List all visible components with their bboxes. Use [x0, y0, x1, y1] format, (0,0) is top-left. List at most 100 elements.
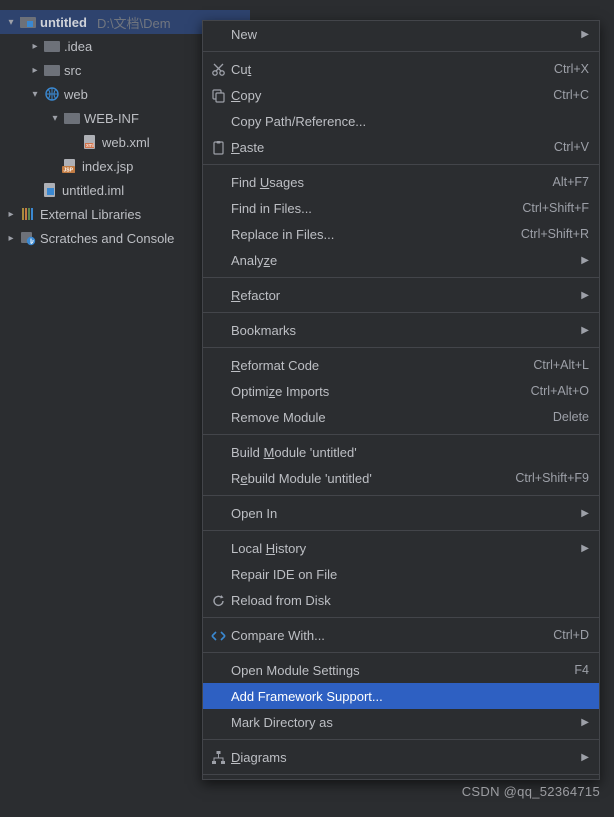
jsp-file-icon: JSP — [62, 158, 78, 174]
menu-item-shortcut: Alt+F7 — [553, 175, 589, 189]
menu-item-label: Remove Module — [231, 410, 549, 425]
menu-item-open-in[interactable]: Open In▶ — [203, 500, 599, 526]
blank-icon — [209, 252, 227, 268]
menu-item-new[interactable]: New▶ — [203, 21, 599, 47]
blank-icon — [209, 540, 227, 556]
menu-separator — [203, 774, 599, 775]
menu-item-shortcut: F4 — [574, 663, 589, 677]
submenu-arrow-icon: ▶ — [581, 543, 589, 554]
menu-item-diagrams[interactable]: Diagrams▶ — [203, 744, 599, 770]
blank-icon — [209, 200, 227, 216]
menu-item-analyze[interactable]: Analyze ▶ — [203, 247, 599, 273]
folder-label: .idea — [64, 39, 92, 54]
diagram-icon — [209, 749, 227, 765]
submenu-arrow-icon: ▶ — [581, 290, 589, 301]
blank-icon — [209, 357, 227, 373]
project-name: untitled — [40, 15, 87, 30]
blank-icon — [209, 113, 227, 129]
menu-item-label: Compare With... — [231, 628, 549, 643]
paste-icon — [209, 139, 227, 155]
svg-text:JSP: JSP — [64, 168, 74, 174]
menu-separator — [203, 617, 599, 618]
menu-separator — [203, 347, 599, 348]
menu-item-rebuild-module-untitled[interactable]: Rebuild Module 'untitled' Ctrl+Shift+F9 — [203, 465, 599, 491]
menu-item-find-usages[interactable]: Find UsagesAlt+F7 — [203, 169, 599, 195]
menu-item-label: Rebuild Module 'untitled' — [231, 471, 511, 486]
menu-item-label: Optimize Imports — [231, 384, 527, 399]
scratches-icon — [20, 230, 36, 246]
submenu-arrow-icon: ▶ — [581, 255, 589, 266]
blank-icon — [209, 174, 227, 190]
menu-item-shortcut: Ctrl+V — [554, 140, 589, 154]
folder-label: web — [64, 87, 88, 102]
menu-item-build-module-untitled[interactable]: Build Module 'untitled' — [203, 439, 599, 465]
module-folder-icon — [20, 14, 36, 30]
xml-file-icon: xml — [82, 134, 98, 150]
menu-item-shortcut: Delete — [553, 410, 589, 424]
item-label: Scratches and Console — [40, 231, 174, 246]
menu-item-label: Reload from Disk — [231, 593, 589, 608]
menu-separator — [203, 652, 599, 653]
menu-item-repair-ide-on-file[interactable]: Repair IDE on File — [203, 561, 599, 587]
folder-label: src — [64, 63, 81, 78]
blank-icon — [209, 287, 227, 303]
menu-item-shortcut: Ctrl+Shift+F — [522, 201, 589, 215]
menu-item-label: Open In — [231, 506, 573, 521]
menu-item-refactor[interactable]: Refactor ▶ — [203, 282, 599, 308]
menu-item-copy[interactable]: CopyCtrl+C — [203, 82, 599, 108]
menu-item-label: Mark Directory as — [231, 715, 573, 730]
menu-item-reformat-code[interactable]: Reformat CodeCtrl+Alt+L — [203, 352, 599, 378]
menu-separator — [203, 164, 599, 165]
blank-icon — [209, 470, 227, 486]
menu-item-reload-from-disk[interactable]: Reload from Disk — [203, 587, 599, 613]
blank-icon — [209, 688, 227, 704]
blank-icon — [209, 409, 227, 425]
menu-item-paste[interactable]: Paste Ctrl+V — [203, 134, 599, 160]
blank-icon — [209, 566, 227, 582]
menu-item-open-module-settings[interactable]: Open Module SettingsF4 — [203, 657, 599, 683]
blank-icon — [209, 383, 227, 399]
menu-item-label: Analyze — [231, 253, 573, 268]
menu-separator — [203, 51, 599, 52]
menu-item-shortcut: Ctrl+Shift+F9 — [515, 471, 589, 485]
watermark-text: CSDN @qq_52364715 — [462, 784, 600, 799]
menu-item-compare-with[interactable]: Compare With... Ctrl+D — [203, 622, 599, 648]
menu-separator — [203, 530, 599, 531]
iml-file-icon — [42, 182, 58, 198]
submenu-arrow-icon: ▶ — [581, 29, 589, 40]
folder-icon — [44, 62, 60, 78]
menu-item-local-history[interactable]: Local History▶ — [203, 535, 599, 561]
menu-item-mark-directory-as[interactable]: Mark Directory as▶ — [203, 709, 599, 735]
menu-item-shortcut: Ctrl+Shift+R — [521, 227, 589, 241]
file-label: untitled.iml — [62, 183, 124, 198]
menu-item-label: Copy Path/Reference... — [231, 114, 589, 129]
menu-item-bookmarks[interactable]: Bookmarks▶ — [203, 317, 599, 343]
svg-text:xml: xml — [86, 143, 94, 149]
chevron-right-icon: ▸ — [6, 233, 16, 244]
menu-item-label: Refactor — [231, 288, 573, 303]
menu-item-label: Replace in Files... — [231, 227, 517, 242]
menu-item-remove-module[interactable]: Remove Module Delete — [203, 404, 599, 430]
chevron-right-icon: ▸ — [6, 209, 16, 220]
reload-icon — [209, 592, 227, 608]
menu-item-replace-in-files[interactable]: Replace in Files... Ctrl+Shift+R — [203, 221, 599, 247]
libraries-icon — [20, 206, 36, 222]
menu-separator — [203, 495, 599, 496]
chevron-right-icon: ▸ — [30, 65, 40, 76]
blank-icon — [209, 714, 227, 730]
file-label: index.jsp — [82, 159, 133, 174]
menu-item-label: Paste — [231, 140, 550, 155]
menu-separator — [203, 312, 599, 313]
menu-item-label: Copy — [231, 88, 549, 103]
menu-item-copy-path-reference[interactable]: Copy Path/Reference... — [203, 108, 599, 134]
menu-item-label: Find in Files... — [231, 201, 518, 216]
menu-item-add-framework-support[interactable]: Add Framework Support... — [203, 683, 599, 709]
menu-item-label: Reformat Code — [231, 358, 529, 373]
menu-item-shortcut: Ctrl+D — [553, 628, 589, 642]
menu-item-optimize-imports[interactable]: Optimize ImportsCtrl+Alt+O — [203, 378, 599, 404]
item-label: External Libraries — [40, 207, 141, 222]
menu-item-label: Build Module 'untitled' — [231, 445, 589, 460]
menu-item-find-in-files[interactable]: Find in Files... Ctrl+Shift+F — [203, 195, 599, 221]
context-menu: New▶ CutCtrl+XCopyCtrl+C Copy Path/Referen… — [202, 20, 600, 780]
menu-item-cut[interactable]: CutCtrl+X — [203, 56, 599, 82]
